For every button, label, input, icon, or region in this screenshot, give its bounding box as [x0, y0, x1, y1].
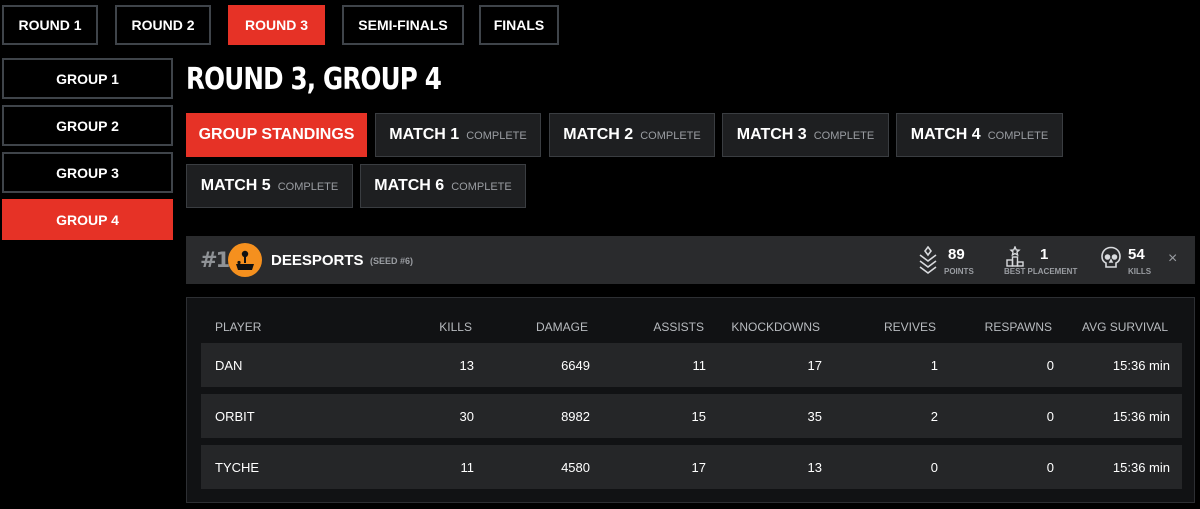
col-header-kills: KILLS — [439, 320, 472, 334]
cell-damage: 8982 — [561, 409, 590, 424]
cell-assists: 17 — [691, 460, 706, 475]
tab-status: COMPLETE — [640, 130, 701, 142]
tab-match-3[interactable]: MATCH 3 COMPLETE — [722, 113, 889, 157]
table-row[interactable]: DAN 13 6649 11 17 1 0 15:36 min — [201, 343, 1182, 387]
group-tab-2[interactable]: GROUP 2 — [2, 105, 173, 146]
stat-value: 1 — [1040, 246, 1049, 263]
team-seed: (SEED #6) — [370, 256, 414, 266]
cell-avg-survival: 15:36 min — [1112, 460, 1170, 475]
page-title: ROUND 3, GROUP 4 — [186, 62, 442, 97]
stat-value: 54 — [1128, 246, 1145, 263]
team-name: DEESPORTS — [271, 252, 364, 269]
tab-label: MATCH 3 — [736, 126, 807, 143]
team-summary-bar[interactable]: #1 DEESPORTS (SEED #6) 89 POINTS 1 BEST … — [186, 236, 1195, 284]
cell-damage: 6649 — [561, 358, 590, 373]
stat-label: POINTS — [944, 267, 974, 276]
cell-revives: 2 — [930, 409, 938, 424]
cell-respawns: 0 — [1046, 409, 1054, 424]
cell-kills: 11 — [460, 460, 475, 475]
tab-status: COMPLETE — [813, 130, 875, 142]
tab-match-5[interactable]: MATCH 5 COMPLETE — [186, 164, 353, 208]
player-stats-table: PLAYER KILLS DAMAGE ASSISTS KNOCKDOWNS R… — [186, 297, 1195, 503]
col-header-player: PLAYER — [215, 320, 262, 334]
cell-revives: 0 — [930, 460, 938, 475]
table-row[interactable]: TYCHE 11 4580 17 13 0 0 15:36 min — [201, 445, 1182, 489]
col-header-knockdowns: KNOCKDOWNS — [731, 320, 820, 334]
tab-label: MATCH 4 — [910, 126, 981, 143]
cell-kills: 13 — [459, 358, 474, 373]
stat-kills: 54 KILLS — [1100, 245, 1160, 277]
cell-assists: 11 — [692, 358, 707, 373]
col-header-respawns: RESPAWNS — [984, 320, 1052, 334]
group-tab-4[interactable]: GROUP 4 — [2, 199, 173, 240]
cell-player: DAN — [215, 358, 243, 373]
cell-knockdowns: 35 — [807, 409, 822, 424]
chevron-rank-icon — [918, 245, 938, 281]
cell-damage: 4580 — [561, 460, 590, 475]
tab-round-1[interactable]: ROUND 1 — [2, 5, 98, 45]
table-row[interactable]: ORBIT 30 8982 15 35 2 0 15:36 min — [201, 394, 1182, 438]
close-icon[interactable]: × — [1168, 250, 1177, 268]
joystick-icon — [228, 243, 262, 277]
tab-finals[interactable]: FINALS — [479, 5, 559, 45]
tab-status: COMPLETE — [466, 130, 527, 142]
cell-respawns: 0 — [1046, 358, 1054, 373]
cell-knockdowns: 13 — [807, 460, 822, 475]
tab-group-standings[interactable]: GROUP STANDINGS — [186, 113, 367, 157]
tab-match-4[interactable]: MATCH 4 COMPLETE — [896, 113, 1063, 157]
tab-match-1[interactable]: MATCH 1 COMPLETE — [375, 113, 541, 157]
tab-semi-finals[interactable]: SEMI-FINALS — [342, 5, 464, 45]
cell-respawns: 0 — [1046, 460, 1054, 475]
tab-round-3[interactable]: ROUND 3 — [228, 5, 325, 45]
tab-label: MATCH 5 — [200, 177, 271, 194]
col-header-damage: DAMAGE — [535, 320, 588, 334]
col-header-revives: REVIVES — [883, 320, 936, 334]
cell-avg-survival: 15:36 min — [1112, 409, 1170, 424]
stat-value: 89 — [948, 246, 965, 263]
tab-match-2[interactable]: MATCH 2 COMPLETE — [549, 113, 715, 157]
cell-player: TYCHE — [215, 460, 260, 475]
tab-round-2[interactable]: ROUND 2 — [115, 5, 211, 45]
stat-points: 89 POINTS — [918, 245, 978, 277]
team-rank: #1 — [200, 248, 230, 272]
group-tab-1[interactable]: GROUP 1 — [2, 58, 173, 99]
tab-label: MATCH 6 — [374, 177, 445, 194]
cell-assists: 15 — [691, 409, 706, 424]
stat-label: KILLS — [1128, 267, 1152, 276]
stat-best-placement: 1 BEST PLACEMENT — [1004, 245, 1080, 277]
cell-player: ORBIT — [215, 409, 255, 424]
cell-avg-survival: 15:36 min — [1112, 358, 1170, 373]
tab-status: COMPLETE — [987, 130, 1049, 142]
cell-knockdowns: 17 — [807, 358, 822, 373]
tab-match-6[interactable]: MATCH 6 COMPLETE — [360, 164, 526, 208]
tab-label: MATCH 2 — [563, 126, 634, 143]
group-tab-3[interactable]: GROUP 3 — [2, 152, 173, 193]
tab-label: GROUP STANDINGS — [198, 126, 355, 143]
skull-icon — [1100, 246, 1122, 275]
tab-status: COMPLETE — [451, 181, 512, 193]
cell-kills: 30 — [459, 409, 474, 424]
tab-status: COMPLETE — [277, 181, 339, 193]
cell-revives: 1 — [930, 358, 938, 373]
tab-label: MATCH 1 — [389, 126, 460, 143]
col-header-avg-survival: AVG SURVIVAL — [1081, 320, 1168, 334]
stat-label: BEST PLACEMENT — [1004, 267, 1078, 276]
col-header-assists: ASSISTS — [653, 320, 704, 334]
